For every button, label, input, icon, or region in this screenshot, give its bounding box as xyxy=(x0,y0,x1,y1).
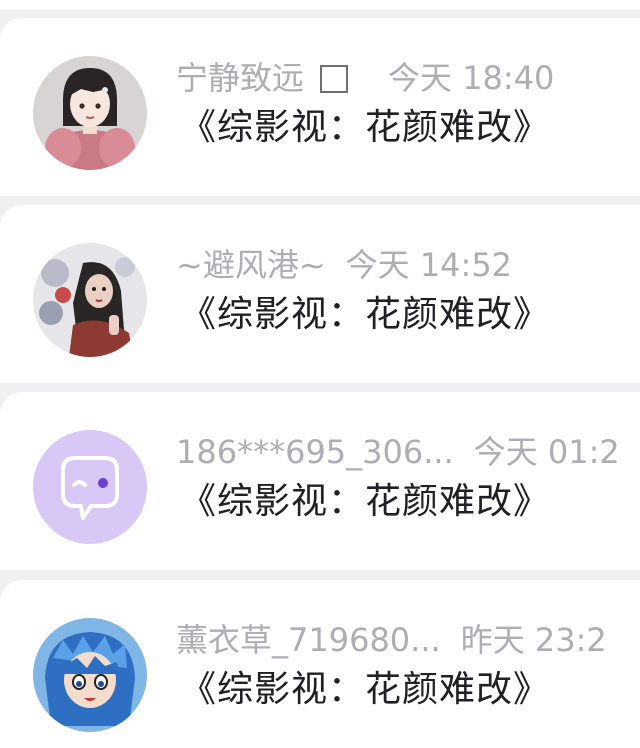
previous-card-edge xyxy=(0,0,640,11)
photo-woman-avatar-icon[interactable] xyxy=(33,243,147,357)
comment-time: 昨天 23:2 xyxy=(460,621,607,659)
user-name[interactable]: 186***695_306... xyxy=(176,433,454,471)
comment-meta: 薰衣草_719680... 昨天 23:2 xyxy=(176,620,607,660)
comment-text: 《综影视：花颜难改》 xyxy=(180,669,551,710)
comment-card[interactable]: 186***695_306... 今天 01:2 《综影视：花颜难改》 xyxy=(0,392,640,570)
comment-card[interactable]: ~避风港~ 今天 14:52 《综影视：花颜难改》 xyxy=(0,205,640,383)
checkbox-icon[interactable] xyxy=(320,65,349,93)
user-name[interactable]: 薰衣草_719680... xyxy=(176,621,441,659)
comment-time: 今天 18:40 xyxy=(388,59,555,97)
comment-meta: 宁静致远 今天 18:40 xyxy=(176,58,554,98)
user-name[interactable]: ~避风港~ xyxy=(176,246,326,284)
comment-time: 今天 01:2 xyxy=(473,433,620,471)
comment-text: 《综影视：花颜难改》 xyxy=(180,294,551,335)
comment-meta: ~避风港~ 今天 14:52 xyxy=(176,245,512,285)
comment-time: 今天 14:52 xyxy=(345,246,513,284)
user-name[interactable]: 宁静致远 xyxy=(176,59,304,97)
comment-text: 《综影视：花颜难改》 xyxy=(180,481,551,522)
comment-card[interactable]: 宁静致远 今天 18:40 《综影视：花颜难改》 xyxy=(0,18,640,196)
anime-girl-avatar-icon[interactable] xyxy=(33,56,147,170)
comment-feed: 宁静致远 今天 18:40 《综影视：花颜难改》 ~避风港~ 今天 14:52 xyxy=(0,0,640,748)
comment-text: 《综影视：花颜难改》 xyxy=(180,107,551,148)
comment-meta: 186***695_306... 今天 01:2 xyxy=(176,432,620,472)
default-chat-bubble-avatar-icon[interactable] xyxy=(33,430,147,544)
anime-blue-hair-avatar-icon[interactable] xyxy=(33,618,147,732)
comment-card[interactable]: 薰衣草_719680... 昨天 23:2 《综影视：花颜难改》 xyxy=(0,580,640,748)
